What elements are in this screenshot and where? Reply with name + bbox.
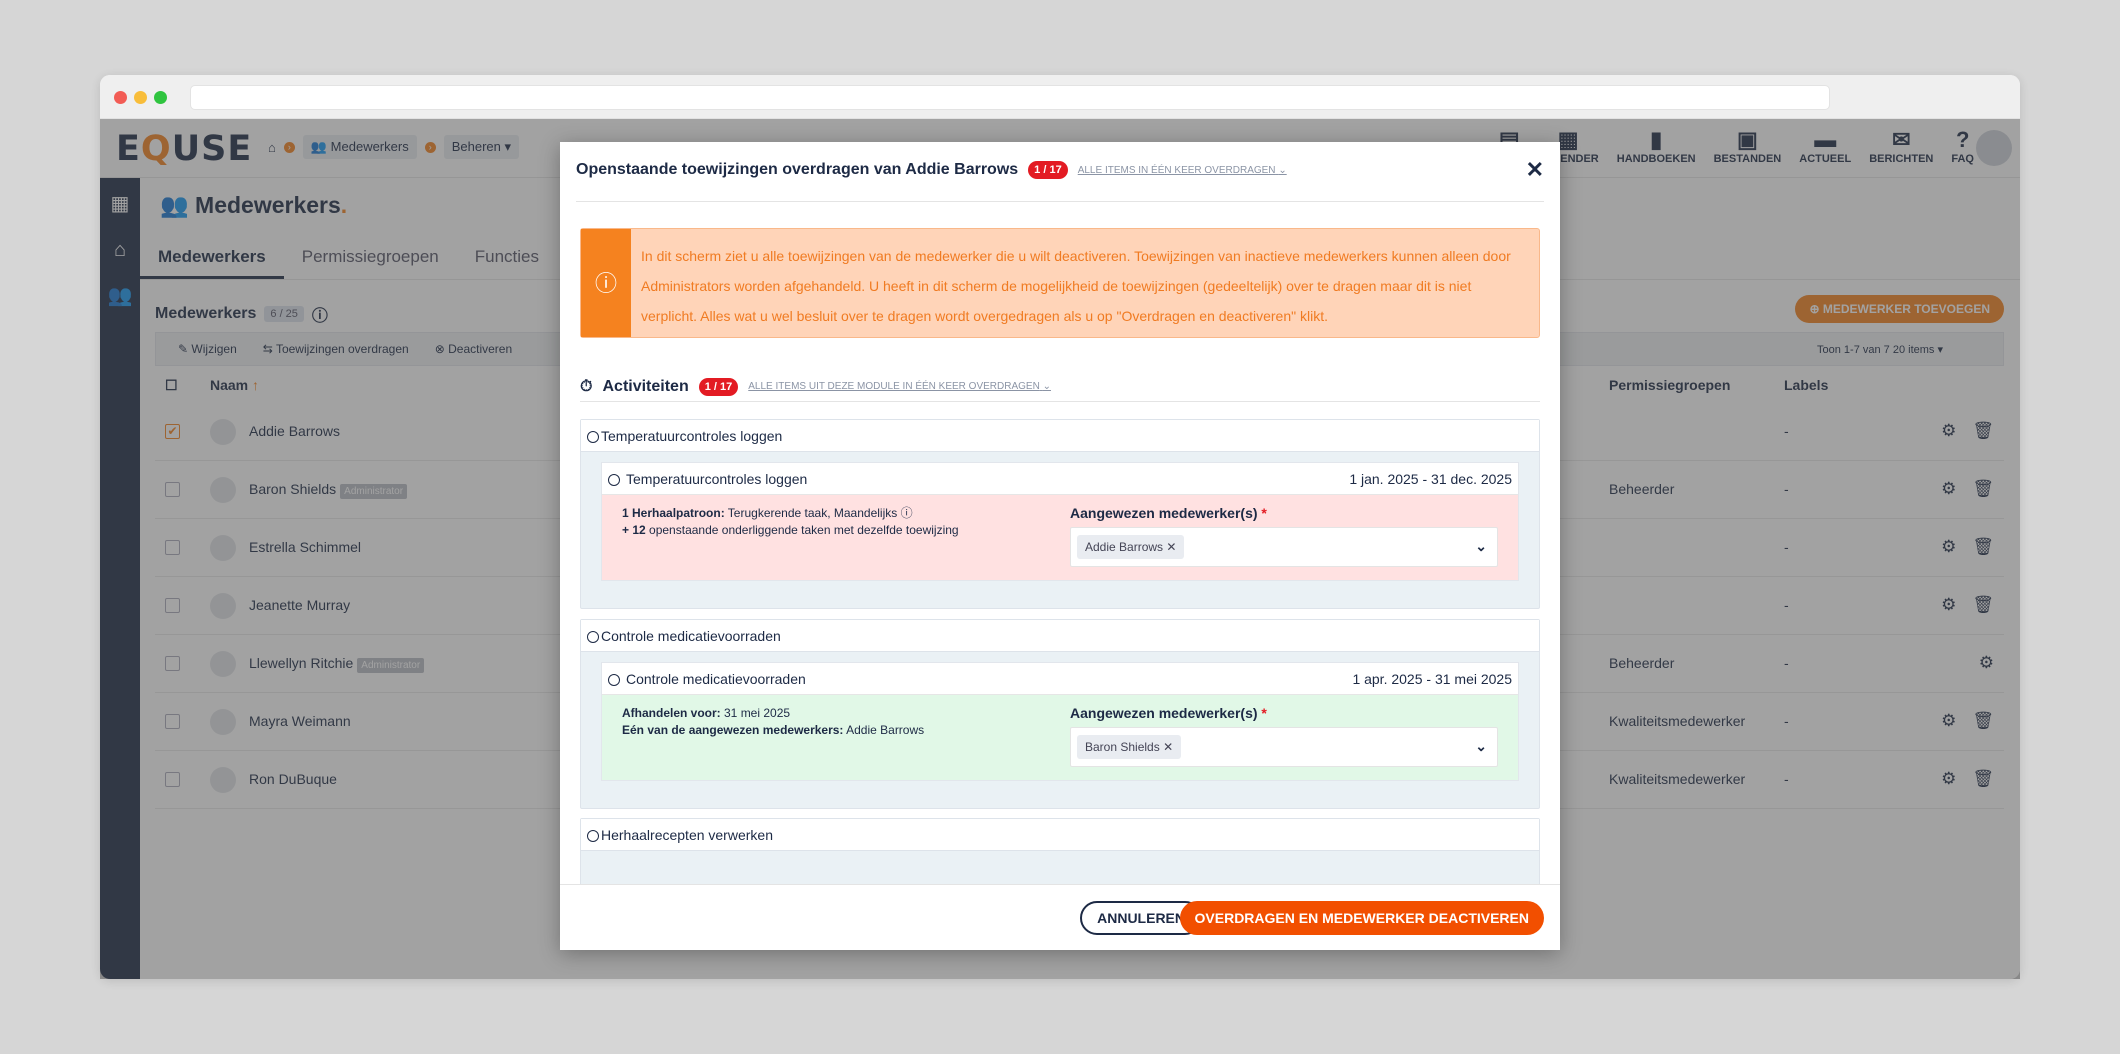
assignee-tag: Addie Barrows ✕: [1077, 535, 1185, 559]
info-alert: ⓘ In dit scherm ziet u alle toewijzingen…: [580, 228, 1540, 338]
required-marker: *: [1261, 705, 1267, 721]
modal-title: Openstaande toewijzingen overdragen van …: [576, 161, 1287, 179]
modal-title-text: Openstaande toewijzingen overdragen van …: [576, 161, 1019, 178]
maximize-window-dot[interactable]: [154, 91, 167, 104]
transfer-all-link[interactable]: ALLE ITEMS IN ÉÉN KEER OVERDRAGEN ⌄: [1078, 165, 1287, 176]
alert-text: In dit scherm ziet u alle toewijzingen v…: [641, 248, 1511, 324]
assignee-name: Addie Barrows: [1085, 540, 1164, 554]
item-info: Afhandelen voor: 31 mei 2025 Eén van de …: [622, 705, 924, 739]
assignee-name: Baron Shields: [1085, 740, 1160, 754]
activity-group: Controle medicatievoorraden Controle med…: [580, 619, 1540, 809]
assignee-field: Aangewezen medewerker(s) * Addie Barrows…: [1070, 505, 1498, 567]
assignee-select[interactable]: Addie Barrows ✕ ⌄: [1070, 527, 1498, 567]
browser-chrome: [100, 75, 2020, 119]
transfer-module-label: ALLE ITEMS UIT DEZE MODULE IN ÉÉN KEER O…: [748, 381, 1040, 392]
info-label: Afhandelen voor:: [622, 706, 721, 720]
assignee-select[interactable]: Baron Shields ✕ ⌄: [1070, 727, 1498, 767]
group-title: Herhaalrecepten verwerken: [581, 819, 1539, 851]
section-activiteiten: ⏱ Activiteiten 1 / 17 ALLE ITEMS UIT DEZ…: [580, 372, 1540, 402]
info-label: 1 Herhaalpatroon:: [622, 506, 725, 520]
chevron-down-icon: ⌄: [1042, 381, 1051, 392]
assignee-label-text: Aangewezen medewerker(s): [1070, 505, 1258, 521]
transfer-deactivate-button[interactable]: OVERDRAGEN EN MEDEWERKER DEACTIVEREN: [1179, 901, 1544, 935]
assignee-label-text: Aangewezen medewerker(s): [1070, 705, 1258, 721]
assignee-label: Aangewezen medewerker(s) *: [1070, 505, 1498, 521]
close-icon[interactable]: ✕: [1526, 157, 1544, 183]
required-marker: *: [1261, 505, 1267, 521]
item-header: Controle medicatievoorraden 1 apr. 2025 -…: [602, 663, 1518, 695]
section-title: Activiteiten: [602, 377, 689, 395]
item-info: 1 Herhaalpatroon: Terugkerende taak, Maa…: [622, 505, 959, 539]
info-label: + 12: [622, 523, 646, 537]
modal-footer: ANNULEREN OVERDRAGEN EN MEDEWERKER DEACT…: [560, 884, 1560, 950]
assignee-field: Aangewezen medewerker(s) * Baron Shields…: [1070, 705, 1498, 767]
info-value: Addie Barrows: [843, 723, 925, 737]
chevron-down-icon: ⌄: [1278, 164, 1287, 176]
activity-group: Herhaalrecepten verwerken: [580, 818, 1540, 884]
item-header: Temperatuurcontroles loggen 1 jan. 2025 -…: [602, 463, 1518, 495]
activity-item: Controle medicatievoorraden 1 apr. 2025 -…: [601, 662, 1519, 781]
modal-counter-badge: 1 / 17: [1028, 161, 1068, 179]
group-title: Temperatuurcontroles loggen: [581, 420, 1539, 452]
assignee-tag: Baron Shields ✕: [1077, 735, 1182, 759]
item-body: Afhandelen voor: 31 mei 2025 Eén van de …: [602, 695, 1518, 780]
transfer-modal: Openstaande toewijzingen overdragen van …: [560, 142, 1560, 950]
info-value: 31 mei 2025: [720, 706, 791, 720]
stopwatch-icon: ⏱: [580, 377, 593, 395]
minimize-window-dot[interactable]: [134, 91, 147, 104]
modal-header: Openstaande toewijzingen overdragen van …: [576, 142, 1544, 202]
assignee-label: Aangewezen medewerker(s) *: [1070, 705, 1498, 721]
item-dates: 1 apr. 2025 - 31 mei 2025: [1352, 671, 1512, 687]
item-dates: 1 jan. 2025 - 31 dec. 2025: [1349, 471, 1512, 487]
chevron-down-icon[interactable]: ⌄: [1475, 738, 1487, 755]
activity-group: Temperatuurcontroles loggen Temperatuurc…: [580, 419, 1540, 609]
address-bar[interactable]: [190, 85, 1830, 110]
item-body: 1 Herhaalpatroon: Terugkerende taak, Maa…: [602, 495, 1518, 580]
info-value: Terugkerende taak, Maandelijks ⓘ: [724, 506, 913, 520]
item-title: Temperatuurcontroles loggen: [626, 471, 808, 487]
item-title: Controle medicatievoorraden: [626, 671, 806, 687]
section-counter-badge: 1 / 17: [698, 377, 739, 396]
info-label: Eén van de aangewezen medewerkers:: [622, 723, 844, 737]
remove-icon[interactable]: ✕: [1166, 540, 1176, 554]
group-title: Controle medicatievoorraden: [581, 620, 1539, 652]
chevron-down-icon[interactable]: ⌄: [1475, 538, 1487, 555]
transfer-module-link[interactable]: ALLE ITEMS UIT DEZE MODULE IN ÉÉN KEER O…: [748, 381, 1051, 392]
info-value: openstaande onderliggende taken met deze…: [645, 523, 959, 537]
close-window-dot[interactable]: [114, 91, 127, 104]
alert-icon: ⓘ: [581, 229, 631, 337]
remove-icon[interactable]: ✕: [1163, 740, 1173, 754]
modal-body: ⓘ In dit scherm ziet u alle toewijzingen…: [576, 202, 1544, 884]
transfer-all-label: ALLE ITEMS IN ÉÉN KEER OVERDRAGEN: [1077, 164, 1276, 176]
activity-item: Temperatuurcontroles loggen 1 jan. 2025 -…: [601, 462, 1519, 581]
